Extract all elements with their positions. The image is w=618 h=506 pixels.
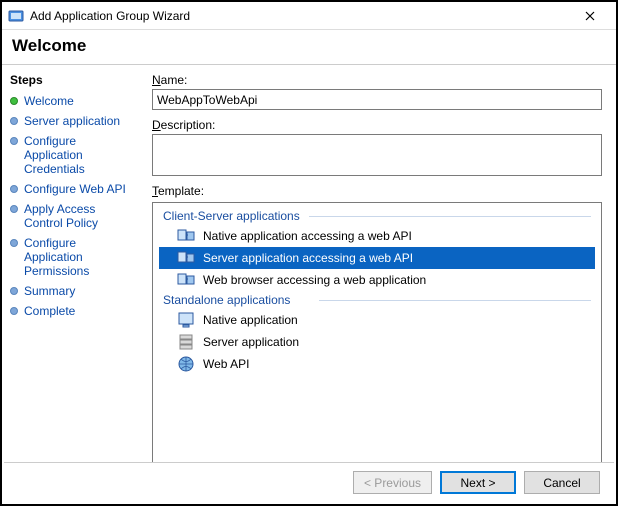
titlebar: Add Application Group Wizard (2, 2, 616, 30)
page-title: Welcome (12, 36, 606, 56)
native-app-icon (177, 311, 195, 329)
template-item-label: Web browser accessing a web application (203, 273, 426, 287)
template-list[interactable]: Client-Server applications Native applic… (152, 202, 602, 469)
template-item-label: Native application (203, 313, 298, 327)
step-item-1[interactable]: Server application (6, 111, 138, 131)
steps-sidebar: Steps Welcome Server application Configure… (2, 65, 142, 503)
step-label: Server application (24, 114, 120, 128)
next-button[interactable]: Next > (440, 471, 516, 494)
step-bullet-icon (10, 117, 18, 125)
steps-heading: Steps (6, 71, 138, 91)
template-item[interactable]: Web API (159, 353, 595, 375)
step-label: Summary (24, 284, 75, 298)
step-item-0[interactable]: Welcome (6, 91, 138, 111)
step-label: Configure Application Credentials (24, 134, 134, 176)
step-label: Configure Application Permissions (24, 236, 134, 278)
step-bullet-icon (10, 97, 18, 105)
step-bullet-icon (10, 185, 18, 193)
step-label: Welcome (24, 94, 74, 108)
server-webapi-icon (177, 249, 195, 267)
step-label: Configure Web API (24, 182, 126, 196)
step-item-3[interactable]: Configure Web API (6, 179, 138, 199)
server-app-icon (177, 333, 195, 351)
close-button[interactable] (570, 4, 610, 28)
step-item-6[interactable]: Summary (6, 281, 138, 301)
step-bullet-icon (10, 239, 18, 247)
template-label: Template: (152, 184, 602, 198)
template-group-client-server: Client-Server applications (159, 207, 595, 225)
template-item-label: Server application (203, 335, 299, 349)
step-item-2[interactable]: Configure Application Credentials (6, 131, 138, 179)
template-item-label: Native application accessing a web API (203, 229, 412, 243)
step-bullet-icon (10, 287, 18, 295)
description-label: Description: (152, 118, 602, 132)
step-label: Apply Access Control Policy (24, 202, 134, 230)
step-label: Complete (24, 304, 75, 318)
template-item[interactable]: Native application (159, 309, 595, 331)
step-item-7[interactable]: Complete (6, 301, 138, 321)
browser-webapp-icon (177, 271, 195, 289)
main-panel: Name: Description: Template: Client-Serv… (142, 65, 616, 503)
template-group-standalone: Standalone applications (159, 291, 595, 309)
web-api-icon (177, 355, 195, 373)
template-item[interactable]: Server application (159, 331, 595, 353)
step-item-4[interactable]: Apply Access Control Policy (6, 199, 138, 233)
description-input[interactable] (152, 134, 602, 176)
wizard-footer: < Previous Next > Cancel (4, 462, 614, 502)
step-bullet-icon (10, 307, 18, 315)
app-icon (8, 8, 24, 24)
cancel-button[interactable]: Cancel (524, 471, 600, 494)
template-item[interactable]: Native application accessing a web API (159, 225, 595, 247)
step-item-5[interactable]: Configure Application Permissions (6, 233, 138, 281)
native-webapi-icon (177, 227, 195, 245)
template-item[interactable]: Server application accessing a web API (159, 247, 595, 269)
step-bullet-icon (10, 205, 18, 213)
template-item-label: Web API (203, 357, 249, 371)
window-title: Add Application Group Wizard (30, 9, 570, 23)
name-label: Name: (152, 73, 602, 87)
step-bullet-icon (10, 137, 18, 145)
template-item[interactable]: Web browser accessing a web application (159, 269, 595, 291)
name-input[interactable] (152, 89, 602, 110)
wizard-header: Welcome (2, 30, 616, 65)
previous-button[interactable]: < Previous (353, 471, 432, 494)
template-item-label: Server application accessing a web API (203, 251, 413, 265)
